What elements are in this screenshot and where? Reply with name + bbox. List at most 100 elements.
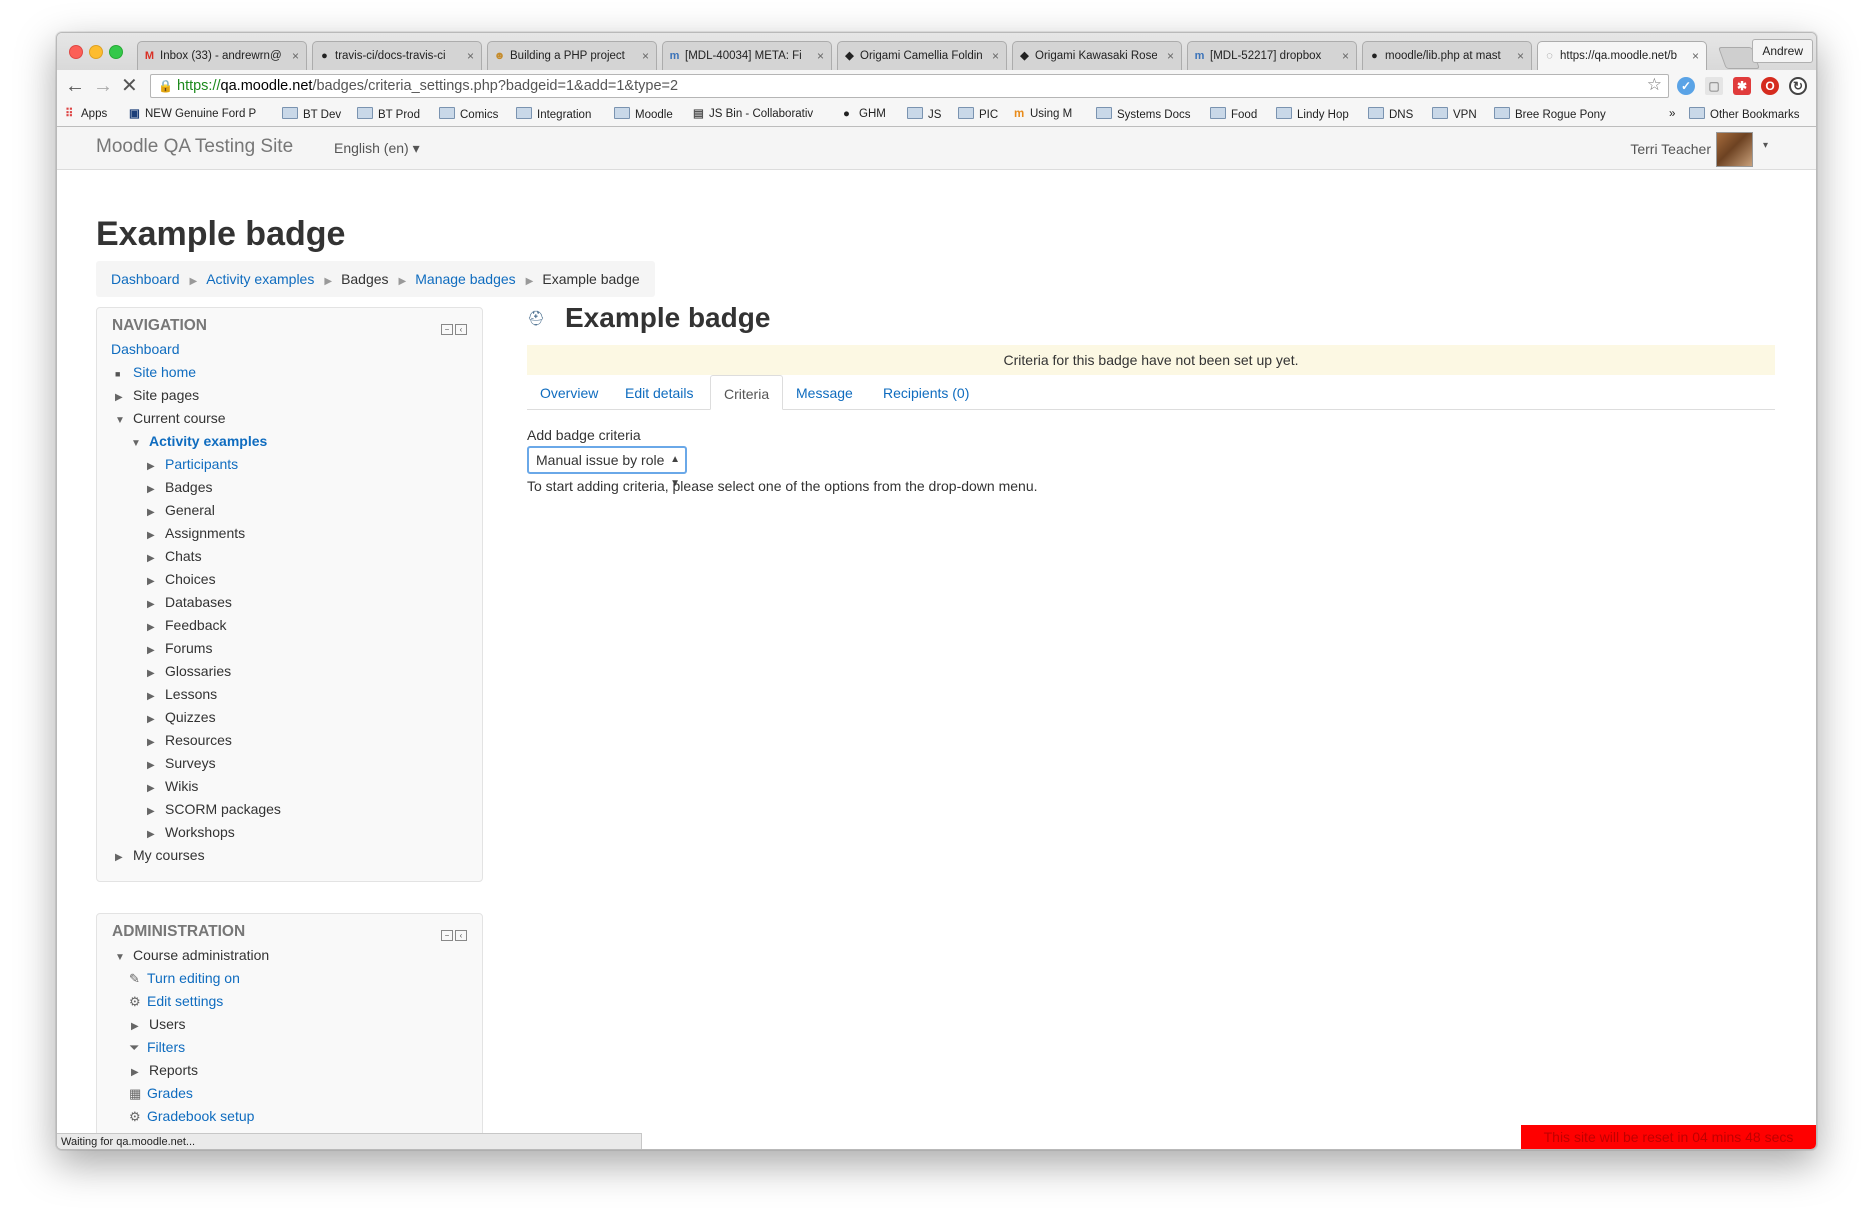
collapse-arrow-icon[interactable]: ▼	[115, 411, 127, 431]
bookmark-folder[interactable]: Moodle	[614, 107, 673, 123]
tab-criteria[interactable]: Criteria	[710, 375, 784, 410]
close-tab-icon[interactable]: ×	[1517, 42, 1524, 70]
minimize-window-button[interactable]	[89, 45, 103, 59]
bookmark-star-icon[interactable]: ☆	[1647, 74, 1662, 96]
tab-overview[interactable]: Overview	[527, 375, 611, 409]
close-tab-icon[interactable]: ×	[817, 42, 824, 70]
dock-block-icon[interactable]: ‹	[455, 930, 467, 941]
nav-item-my-courses[interactable]: ▶ My courses	[115, 845, 205, 868]
nav-item-feedback[interactable]: ▶ Feedback	[147, 615, 226, 638]
nav-item-badges[interactable]: ▶ Badges	[147, 477, 212, 500]
nav-item-forums[interactable]: ▶ Forums	[147, 638, 212, 661]
bookmark-folder[interactable]: VPN	[1432, 107, 1477, 123]
nav-item-site-home[interactable]: ■ Site home	[115, 362, 196, 384]
nav-item-workshops[interactable]: ▶ Workshops	[147, 822, 235, 845]
language-menu[interactable]: English (en) ▾	[334, 140, 420, 157]
admin-item-filters[interactable]: ⏷ Filters	[129, 1037, 185, 1058]
tab-edit-details[interactable]: Edit details	[612, 375, 706, 409]
tab-recipients[interactable]: Recipients (0)	[870, 375, 982, 409]
browser-tab[interactable]: ● travis-ci/docs-travis-ci ×	[312, 41, 482, 70]
user-menu-caret-icon[interactable]: ▾	[1763, 140, 1768, 151]
collapse-block-icon[interactable]: −	[441, 324, 453, 335]
profile-button[interactable]: Andrew	[1752, 39, 1813, 63]
bookmark-folder[interactable]: JS	[907, 107, 941, 123]
nav-item-current-course[interactable]: ▼ Current course	[115, 408, 226, 431]
bookmark-folder[interactable]: Bree Rogue Pony	[1494, 107, 1606, 123]
browser-tab-active[interactable]: ◌ https://qa.moodle.net/b ×	[1537, 41, 1707, 70]
browser-tab[interactable]: ☻ Building a PHP project ×	[487, 41, 657, 70]
bookmark-item[interactable]: m Using M	[1014, 107, 1072, 122]
tab-message[interactable]: Message	[783, 375, 866, 409]
admin-item-course-administration[interactable]: ▼ Course administration	[115, 945, 269, 968]
nav-item-surveys[interactable]: ▶ Surveys	[147, 753, 216, 776]
bookmark-folder[interactable]: Comics	[439, 107, 498, 123]
bookmark-folder[interactable]: BT Dev	[282, 107, 341, 123]
close-tab-icon[interactable]: ×	[992, 42, 999, 70]
other-bookmarks[interactable]: Other Bookmarks	[1689, 107, 1799, 123]
close-tab-icon[interactable]: ×	[292, 42, 299, 70]
browser-tab[interactable]: ◆ Origami Camellia Foldin ×	[837, 41, 1007, 70]
nav-item-participants[interactable]: ▶ Participants	[147, 454, 238, 477]
nav-item-databases[interactable]: ▶ Databases	[147, 592, 232, 615]
stop-loading-icon[interactable]: ✕	[121, 74, 138, 98]
back-icon[interactable]: ←	[65, 74, 85, 98]
bookmark-folder[interactable]: Food	[1210, 107, 1257, 123]
expand-arrow-icon[interactable]: ▶	[147, 549, 159, 569]
nav-item-dashboard[interactable]: Dashboard	[111, 339, 180, 359]
browser-tab[interactable]: m [MDL-40034] META: Fi ×	[662, 41, 832, 70]
expand-arrow-icon[interactable]: ▶	[131, 1017, 143, 1037]
nav-item-activity-examples[interactable]: ▼ Activity examples	[131, 431, 267, 454]
bookmark-folder[interactable]: Systems Docs	[1096, 107, 1191, 123]
site-name-link[interactable]: Moodle QA Testing Site	[96, 136, 293, 158]
breadcrumb-manage-badges[interactable]: Manage badges	[415, 271, 515, 287]
expand-arrow-icon[interactable]: ▶	[115, 388, 127, 408]
expand-arrow-icon[interactable]: ▶	[147, 733, 159, 753]
opera-icon[interactable]: O	[1761, 77, 1779, 95]
lastpass-icon[interactable]: ✱	[1733, 77, 1751, 95]
admin-item-edit-settings[interactable]: ⚙ Edit settings	[129, 991, 223, 1012]
nav-item-assignments[interactable]: ▶ Assignments	[147, 523, 245, 546]
expand-arrow-icon[interactable]: ▶	[131, 1063, 143, 1083]
browser-tab[interactable]: ● moodle/lib.php at mast ×	[1362, 41, 1532, 70]
address-bar[interactable]: 🔒 https://qa.moodle.net/badges/criteria_…	[150, 74, 1669, 98]
expand-arrow-icon[interactable]: ▶	[147, 480, 159, 500]
bookmark-folder[interactable]: PIC	[958, 107, 998, 123]
close-tab-icon[interactable]: ×	[1342, 42, 1349, 70]
bookmark-folder[interactable]: Integration	[516, 107, 591, 123]
expand-arrow-icon[interactable]: ▶	[147, 664, 159, 684]
expand-arrow-icon[interactable]: ▶	[147, 618, 159, 638]
bookmark-item[interactable]: ● GHM	[843, 107, 886, 122]
user-name[interactable]: Terri Teacher	[1630, 141, 1711, 157]
dock-block-icon[interactable]: ‹	[455, 324, 467, 335]
close-window-button[interactable]	[69, 45, 83, 59]
expand-arrow-icon[interactable]: ▶	[147, 457, 159, 477]
criteria-type-select[interactable]: Manual issue by role ▲ ▼	[527, 446, 687, 489]
bookmark-folder[interactable]: BT Prod	[357, 107, 420, 123]
forward-icon[interactable]: →	[93, 74, 113, 98]
close-tab-icon[interactable]: ×	[467, 42, 474, 70]
nav-item-quizzes[interactable]: ▶ Quizzes	[147, 707, 216, 730]
expand-arrow-icon[interactable]: ▶	[147, 503, 159, 523]
close-tab-icon[interactable]: ×	[642, 42, 649, 70]
expand-arrow-icon[interactable]: ▶	[147, 572, 159, 592]
nav-item-chats[interactable]: ▶ Chats	[147, 546, 202, 569]
nav-item-scorm-packages[interactable]: ▶ SCORM packages	[147, 799, 281, 822]
browser-tab[interactable]: M Inbox (33) - andrewrn@ ×	[137, 41, 307, 70]
nav-item-choices[interactable]: ▶ Choices	[147, 569, 216, 592]
nav-item-glossaries[interactable]: ▶ Glossaries	[147, 661, 231, 684]
extension-icon[interactable]: ✓	[1677, 77, 1695, 95]
zoom-window-button[interactable]	[109, 45, 123, 59]
extension-icon[interactable]: ▢	[1705, 77, 1723, 95]
nav-item-general[interactable]: ▶ General	[147, 500, 215, 523]
bookmarks-overflow-button[interactable]: »	[1669, 107, 1675, 122]
bookmark-item[interactable]: ▤ JS Bin - Collaborativ	[693, 107, 813, 122]
collapse-arrow-icon[interactable]: ▼	[131, 434, 143, 454]
expand-arrow-icon[interactable]: ▶	[147, 779, 159, 799]
breadcrumb-activity-examples[interactable]: Activity examples	[206, 271, 314, 287]
expand-arrow-icon[interactable]: ▶	[147, 526, 159, 546]
admin-item-users[interactable]: ▶ Users	[131, 1014, 186, 1037]
admin-item-grades[interactable]: ▦ Grades	[129, 1083, 193, 1104]
close-tab-icon[interactable]: ×	[1167, 42, 1174, 70]
expand-arrow-icon[interactable]: ▶	[115, 848, 127, 868]
expand-arrow-icon[interactable]: ▶	[147, 802, 159, 822]
